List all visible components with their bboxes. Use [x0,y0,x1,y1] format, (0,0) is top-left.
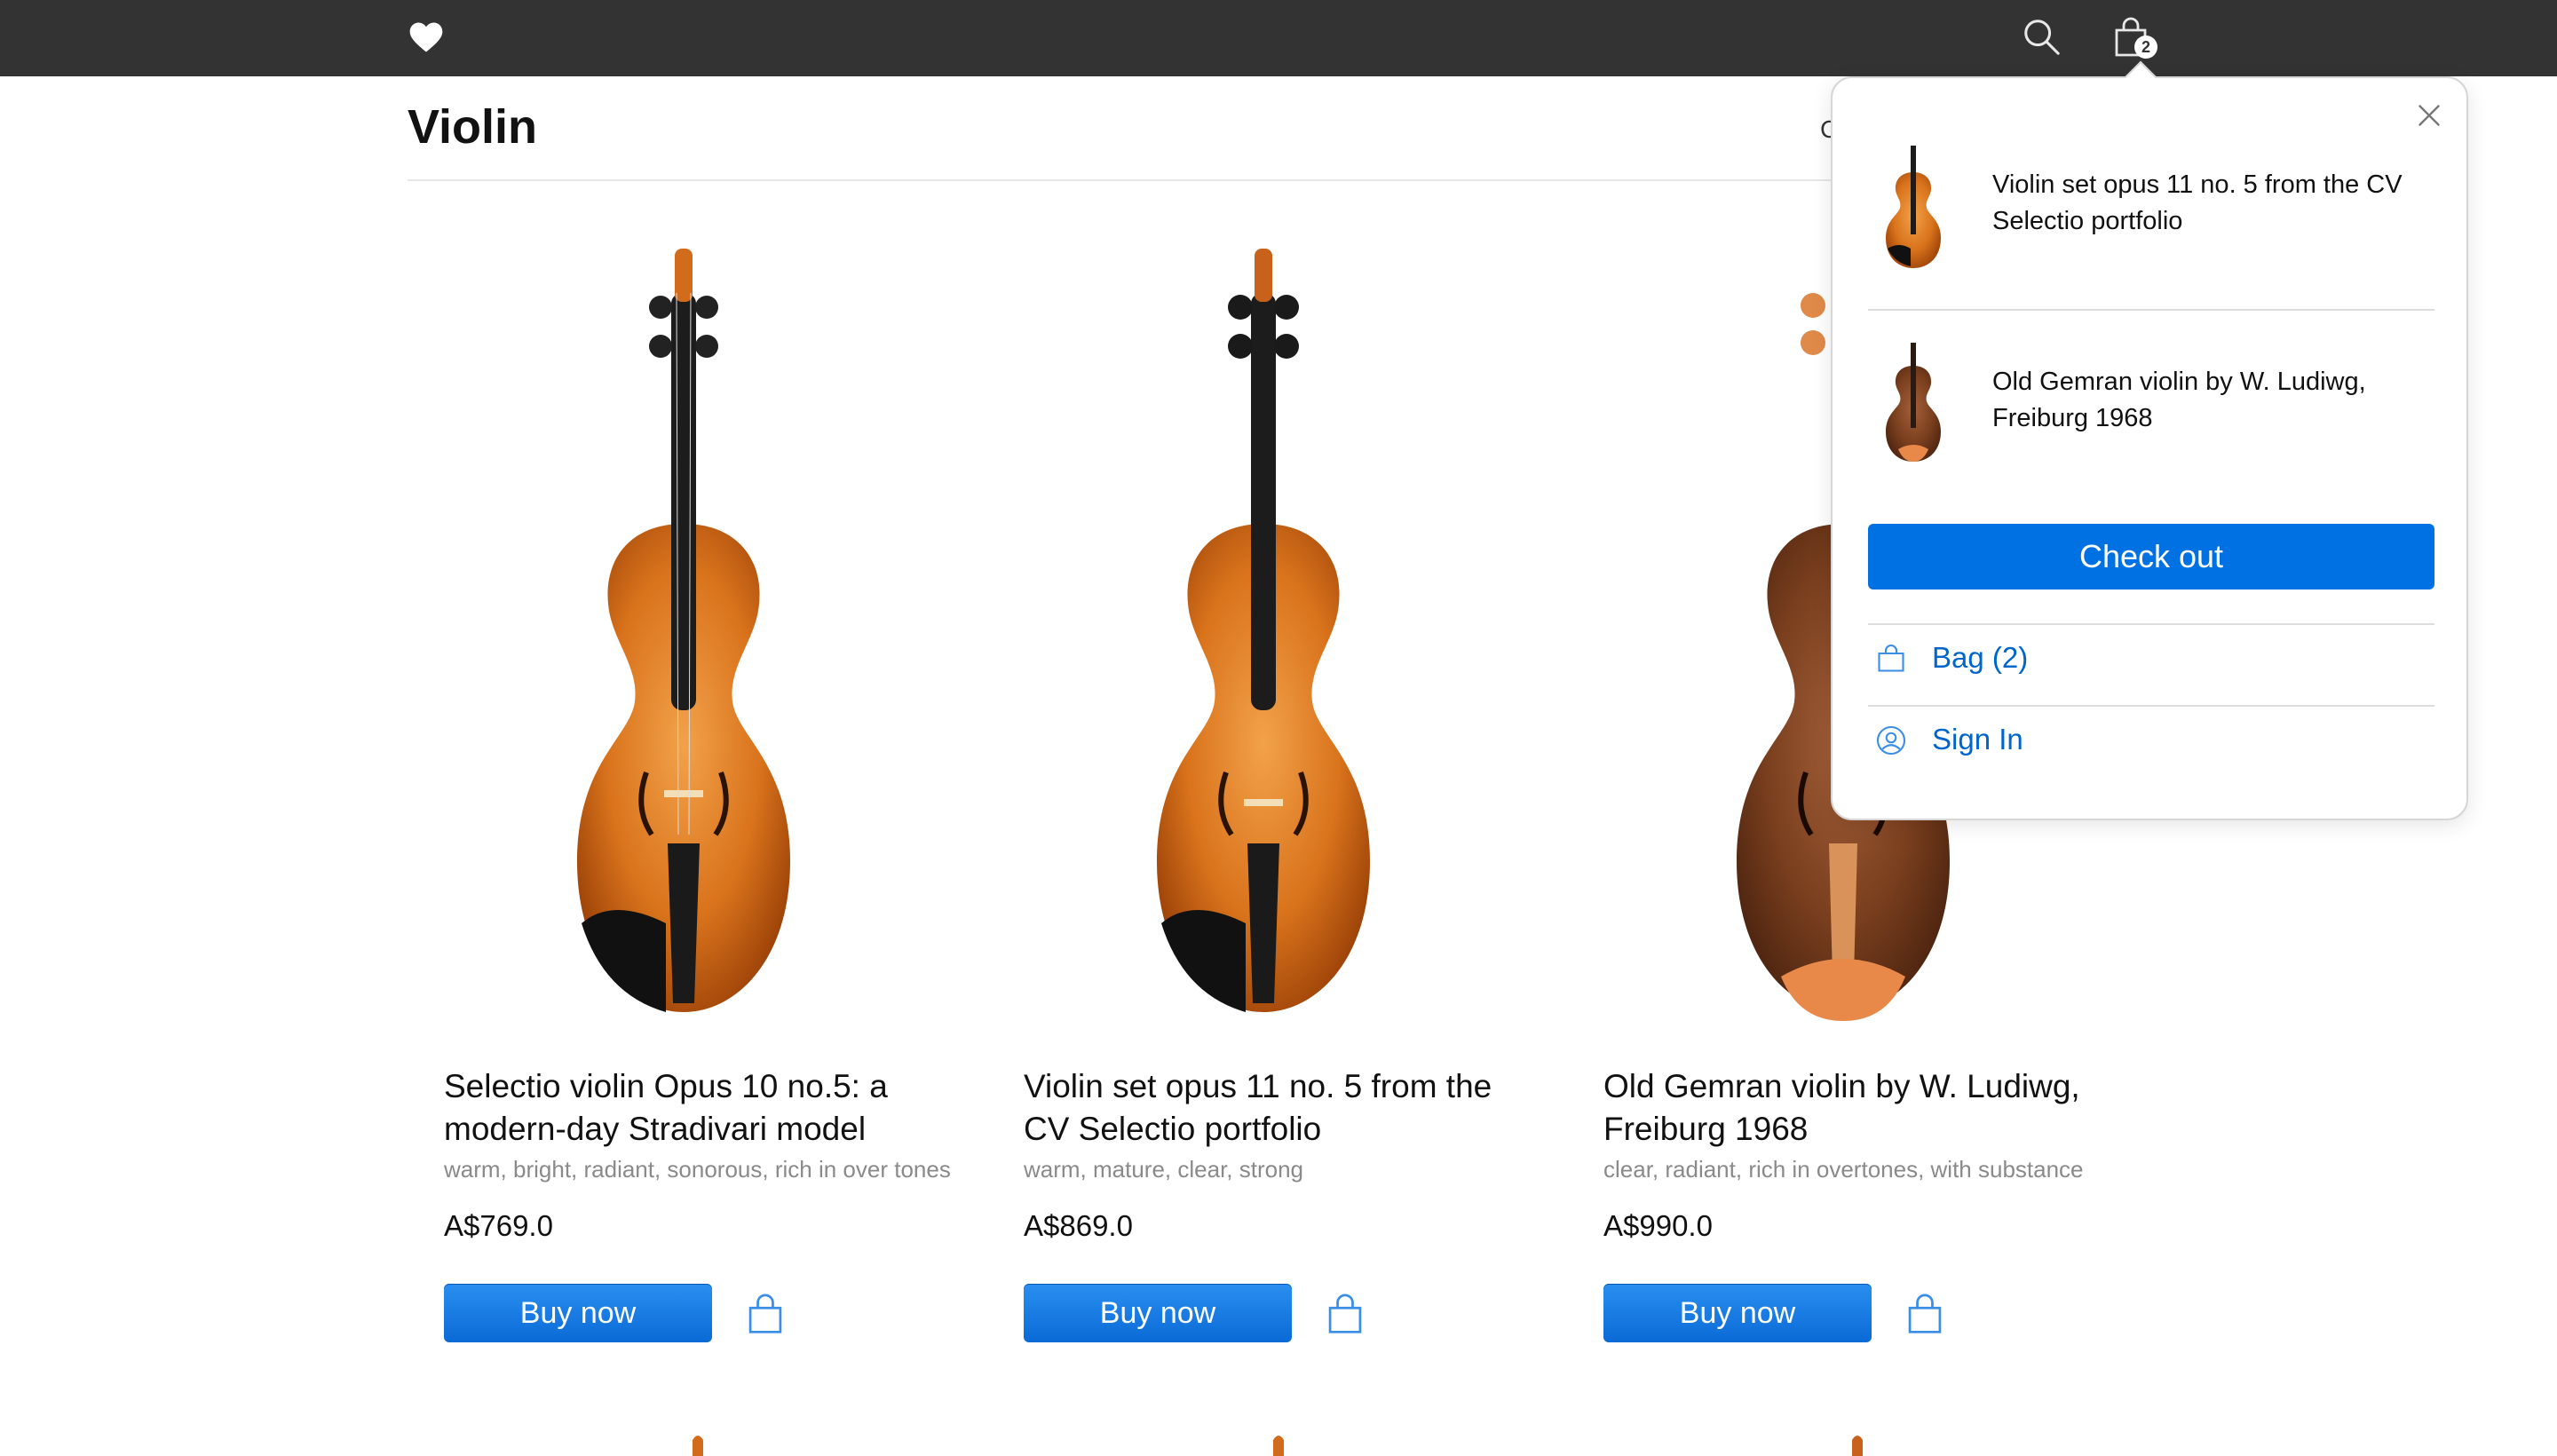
bag-popover: Violin set opus 11 no. 5 from the CV Sel… [1831,60,2468,820]
product-name[interactable]: Old Gemran violin by W. Ludiwg, Freiburg… [1603,1065,2118,1151]
add-to-bag-icon[interactable] [1326,1293,1365,1335]
bag-item[interactable]: Old Gemran violin by W. Ludiwg, Freiburg… [1868,311,2434,471]
product-price: A$990.0 [1603,1209,1713,1242]
bag-item-thumbnail [1886,146,1941,268]
header-divider [408,179,1864,181]
checkout-button[interactable]: Check out [1868,524,2434,590]
product-description: warm, bright, radiant, sonorous, rich in… [444,1156,951,1183]
user-circle-icon [1876,725,1906,756]
product-price: A$769.0 [444,1209,553,1242]
next-product-image-peek [1273,1436,1284,1456]
bag-item-name: Violin set opus 11 no. 5 from the CV Sel… [1992,170,2403,235]
buy-now-button[interactable]: Buy now [444,1284,712,1342]
bag-item[interactable]: Violin set opus 11 no. 5 from the CV Sel… [1868,114,2434,273]
bag-item-thumbnail [1886,343,1941,462]
product-name[interactable]: Violin set opus 11 no. 5 from the CV Sel… [1024,1065,1539,1151]
bag-link[interactable]: Bag (2) [1868,625,2434,696]
bag-item-name: Old Gemran violin by W. Ludiwg, Freiburg… [1992,368,2366,432]
product-image[interactable] [408,222,959,1039]
shopping-bag-icon [1878,644,1904,672]
sign-in-link[interactable]: Sign In [1868,707,2434,778]
search-icon[interactable] [2021,16,2062,57]
sign-in-link-label: Sign In [1932,723,2023,756]
next-product-image-peek [693,1436,703,1456]
product-description: clear, radiant, rich in overtones, with … [1603,1156,2084,1183]
product-image[interactable] [988,222,1539,1039]
heart-icon[interactable] [407,18,446,57]
next-product-image-peek [1852,1436,1863,1456]
bag-link-label: Bag (2) [1932,641,2029,674]
product-description: warm, mature, clear, strong [1024,1156,1303,1183]
product-price: A$869.0 [1024,1209,1133,1242]
buy-now-button[interactable]: Buy now [1024,1284,1292,1342]
bag-count-badge: 2 [2134,36,2157,59]
add-to-bag-icon[interactable] [1905,1293,1944,1335]
buy-now-button[interactable]: Buy now [1603,1284,1872,1342]
page-title: Violin [408,100,538,154]
top-navigation-bar: 2 [0,0,2557,76]
product-name[interactable]: Selectio violin Opus 10 no.5: a modern-d… [444,1065,959,1151]
add-to-bag-icon[interactable] [746,1293,785,1335]
